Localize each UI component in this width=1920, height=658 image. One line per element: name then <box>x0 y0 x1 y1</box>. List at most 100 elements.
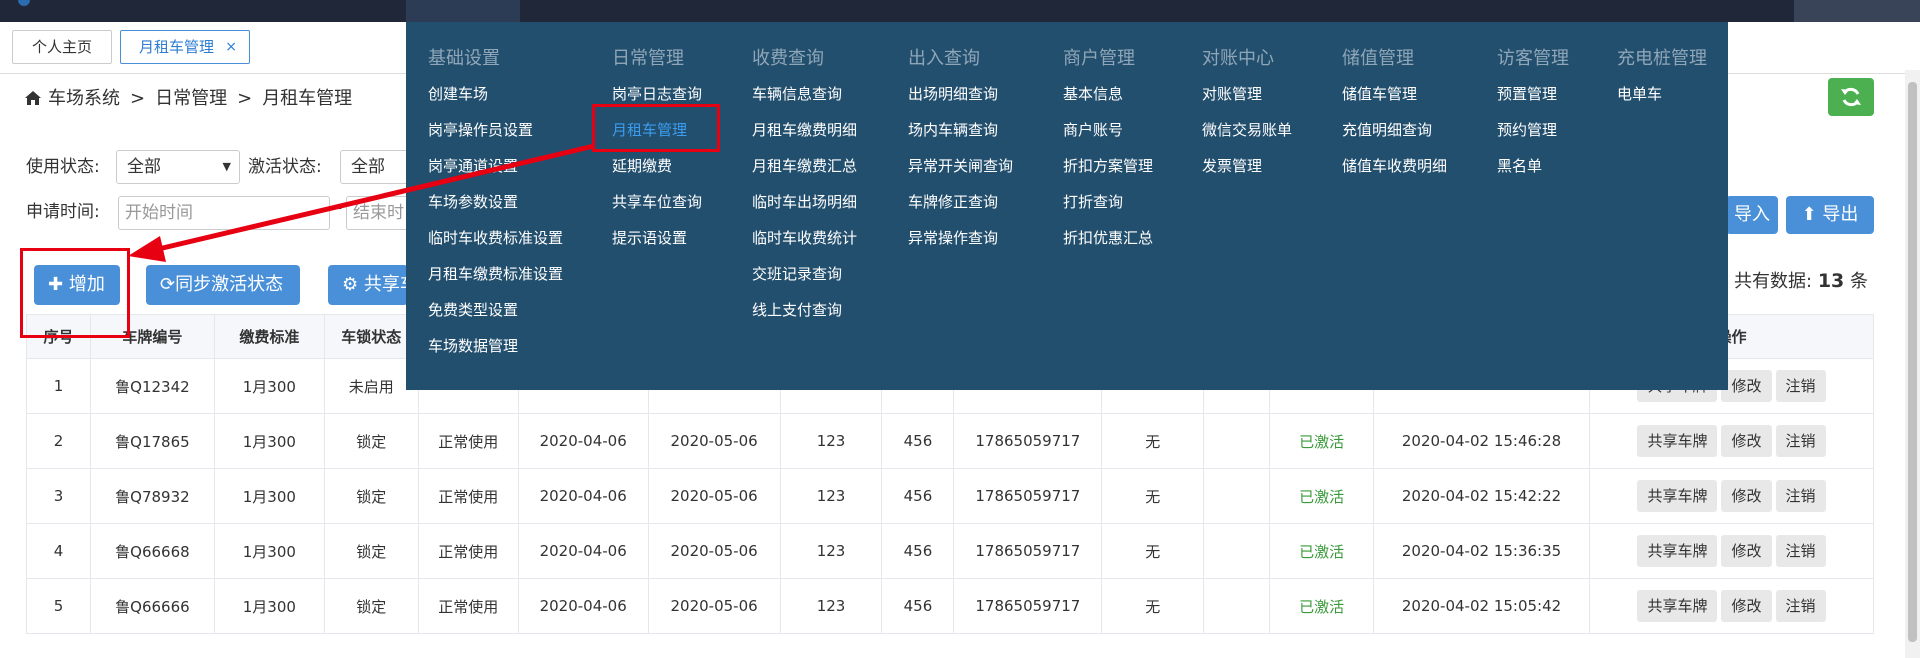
table-cell: 456 <box>881 413 955 469</box>
table-cell: 456 <box>881 468 955 524</box>
close-icon[interactable]: × <box>225 31 237 63</box>
share-plate-button[interactable]: 共享车牌 <box>1637 590 1718 622</box>
menu-item[interactable]: 延期缴费 <box>612 148 702 184</box>
highlight-box-menu-item <box>592 104 720 152</box>
menu-item[interactable]: 异常操作查询 <box>908 220 1013 256</box>
menu-item[interactable]: 黑名单 <box>1497 148 1569 184</box>
table-cell: 17865059717 <box>953 578 1103 634</box>
edit-button[interactable]: 修改 <box>1721 590 1772 622</box>
table-cell: 123 <box>779 413 883 469</box>
export-button[interactable]: ⬆ 导出 <box>1786 196 1874 234</box>
status-select[interactable]: 全部 ▼ <box>116 150 240 184</box>
activate-select[interactable]: 全部 <box>340 150 410 184</box>
page-scrollbar[interactable] <box>1905 70 1920 658</box>
menu-item[interactable]: 月租车缴费明细 <box>752 112 857 148</box>
menu-item[interactable]: 交班记录查询 <box>752 256 857 292</box>
menu-item[interactable]: 出场明细查询 <box>908 76 1013 112</box>
tab-monthly-car[interactable]: 月租车管理 × <box>120 30 250 64</box>
cancel-button[interactable]: 注销 <box>1775 535 1826 567</box>
menu-column: 出入查询 出场明细查询 场内车辆查询 异常开关闸查询 车牌修正查询 异常操作查询 <box>908 42 1013 256</box>
edit-button[interactable]: 修改 <box>1721 425 1772 457</box>
menu-item[interactable]: 预约管理 <box>1497 112 1569 148</box>
share-plate-button[interactable]: 共享车牌 <box>1637 535 1718 567</box>
menu-item[interactable]: 折扣方案管理 <box>1063 148 1153 184</box>
cancel-button[interactable]: 注销 <box>1775 425 1826 457</box>
menu-item[interactable]: 车辆信息查询 <box>752 76 857 112</box>
table-cell: 5 <box>26 578 91 634</box>
cancel-button[interactable]: 注销 <box>1775 590 1826 622</box>
user-area[interactable] <box>1794 0 1920 22</box>
top-nav-active[interactable] <box>406 0 520 22</box>
table-cell: 未启用 <box>323 358 419 414</box>
table-cell: 2020-04-02 15:36:35 <box>1373 523 1590 579</box>
menu-item[interactable]: 异常开关闸查询 <box>908 148 1013 184</box>
table-cell: 2020-05-06 <box>647 523 781 579</box>
edit-button[interactable]: 修改 <box>1721 370 1772 402</box>
table-cell: 无 <box>1101 468 1205 524</box>
table-row[interactable]: 4 鲁Q66668 1月300 锁定 正常使用 2020-04-06 2020-05-06 1… <box>26 523 1874 579</box>
edit-button[interactable]: 修改 <box>1721 535 1772 567</box>
import-button[interactable]: 导入 <box>1726 196 1778 234</box>
table-row[interactable]: 5 鲁Q66666 1月300 锁定 正常使用 2020-04-06 2020-05-06 1… <box>26 578 1874 634</box>
menu-item[interactable]: 免费类型设置 <box>428 292 563 328</box>
scrollbar-thumb[interactable] <box>1908 82 1917 642</box>
menu-item[interactable]: 车场数据管理 <box>428 328 563 364</box>
share-plate-button[interactable]: 共享车牌 <box>1637 480 1718 512</box>
menu-item[interactable]: 临时车收费统计 <box>752 220 857 256</box>
sync-icon: ⟳ <box>160 274 176 295</box>
table-cell: 已激活 <box>1269 468 1375 524</box>
menu-item[interactable]: 电单车 <box>1617 76 1707 112</box>
sync-status-button[interactable]: ⟳同步激活状态 <box>146 265 300 305</box>
table-cell: 17865059717 <box>953 523 1103 579</box>
menu-item[interactable]: 储值车管理 <box>1342 76 1447 112</box>
table-row[interactable]: 3 鲁Q78932 1月300 锁定 正常使用 2020-04-06 2020-05-06 1… <box>26 468 1874 524</box>
menu-item[interactable]: 月租车缴费汇总 <box>752 148 857 184</box>
menu-item[interactable]: 打折查询 <box>1063 184 1153 220</box>
menu-item[interactable]: 创建车场 <box>428 76 563 112</box>
top-header <box>0 0 1920 22</box>
menu-item[interactable]: 发票管理 <box>1202 148 1292 184</box>
share-plate-button[interactable]: 共享车牌 <box>1637 425 1718 457</box>
menu-column: 商户管理 基本信息 商户账号 折扣方案管理 打折查询 折扣优惠汇总 <box>1063 42 1153 256</box>
menu-item[interactable]: 对账管理 <box>1202 76 1292 112</box>
tab-home[interactable]: 个人主页 <box>12 30 112 64</box>
export-label: 导出 <box>1822 204 1859 225</box>
menu-item[interactable]: 岗亭操作员设置 <box>428 112 563 148</box>
logo-icon <box>18 0 30 6</box>
end-time-input[interactable]: 结束时 <box>346 196 410 230</box>
menu-item[interactable]: 基本信息 <box>1063 76 1153 112</box>
activate-select-value: 全部 <box>351 157 385 177</box>
menu-item[interactable]: 临时车出场明细 <box>752 184 857 220</box>
breadcrumb-level1[interactable]: 日常管理 <box>155 88 227 109</box>
menu-item[interactable]: 线上支付查询 <box>752 292 857 328</box>
breadcrumb-root[interactable]: 车场系统 <box>48 88 120 109</box>
table-row[interactable]: 2 鲁Q17865 1月300 锁定 正常使用 2020-04-06 2020-05-06 1… <box>26 413 1874 469</box>
row-actions: 共享车牌修改注销 <box>1589 468 1874 524</box>
refresh-button[interactable] <box>1828 78 1874 116</box>
cancel-button[interactable]: 注销 <box>1775 480 1826 512</box>
menu-item[interactable]: 商户账号 <box>1063 112 1153 148</box>
menu-item[interactable]: 月租车缴费标准设置 <box>428 256 563 292</box>
menu-item[interactable]: 车场参数设置 <box>428 184 563 220</box>
menu-item[interactable]: 储值车收费明细 <box>1342 148 1447 184</box>
menu-item[interactable]: 车牌修正查询 <box>908 184 1013 220</box>
menu-column: 充电桩管理 电单车 <box>1617 42 1707 112</box>
table-cell: 正常使用 <box>417 578 519 634</box>
menu-item[interactable]: 充值明细查询 <box>1342 112 1447 148</box>
menu-item[interactable]: 岗亭通道设置 <box>428 148 563 184</box>
start-time-input[interactable]: 开始时间 <box>118 196 330 230</box>
menu-item[interactable]: 场内车辆查询 <box>908 112 1013 148</box>
menu-item[interactable]: 预置管理 <box>1497 76 1569 112</box>
cancel-button[interactable]: 注销 <box>1775 370 1826 402</box>
menu-item[interactable]: 微信交易账单 <box>1202 112 1292 148</box>
menu-item[interactable]: 提示语设置 <box>612 220 702 256</box>
activate-label: 激活状态: <box>248 157 322 177</box>
share-button[interactable]: ⚙ 共享车 <box>328 265 408 305</box>
edit-button[interactable]: 修改 <box>1721 480 1772 512</box>
row-actions: 共享车牌修改注销 <box>1589 523 1874 579</box>
table-cell: 1月300 <box>213 468 325 524</box>
menu-item[interactable]: 临时车收费标准设置 <box>428 220 563 256</box>
menu-item[interactable]: 折扣优惠汇总 <box>1063 220 1153 256</box>
menu-item[interactable]: 共享车位查询 <box>612 184 702 220</box>
row-actions: 共享车牌修改注销 <box>1589 413 1874 469</box>
